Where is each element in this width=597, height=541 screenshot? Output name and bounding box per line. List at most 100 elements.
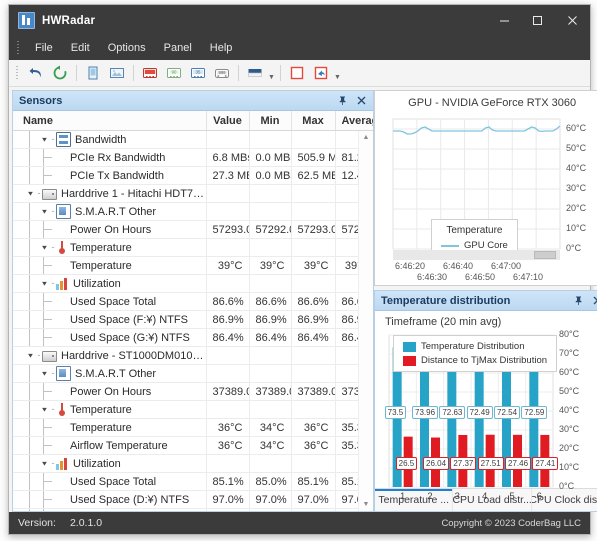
sensor-name-cell[interactable]: Temperature [13,256,207,275]
expand-collapse-chevron-down-icon[interactable]: ▼ [39,405,50,414]
menu-item-panel[interactable]: Panel [155,39,201,57]
table-row[interactable]: Power On Hours57293.057292.057293.057292… [13,220,373,239]
sensor-name-cell[interactable]: ▼-Harddrive 1 - Hitachi HDT72503... [13,184,207,203]
thermometer-icon [59,403,65,416]
fan-sensor-icon[interactable]: 90 [163,62,185,84]
sensor-name-label: Temperature [70,259,132,272]
sensor-name-cell[interactable]: ▼ - S.M.A.R.T Other [13,364,207,383]
expand-collapse-chevron-down-icon[interactable]: ▼ [39,279,50,288]
sensors-rows: ▼ - Bandwidth PCIe Rx Bandwidth 6.8 MBs 0.0 M… [13,131,373,511]
sensor-name-cell[interactable]: PCIe Rx Bandwidth [13,148,207,167]
panel-icon[interactable] [82,62,104,84]
table-row[interactable]: ▼ - Temperature [13,238,373,257]
sensor-name-cell[interactable]: Used Space (D:¥) NTFS [13,490,207,509]
sensor-name-cell[interactable]: ▼ - Utilization [13,454,207,473]
sensor-name-cell[interactable]: ▼-Harddrive - ST1000DM010-2EP... [13,346,207,365]
sensors-vertical-scrollbar[interactable]: ▲ ▼ [358,131,373,511]
sensor-name-cell[interactable]: PCIe Tx Bandwidth [13,166,207,185]
table-row[interactable]: PCIe Tx Bandwidth 27.3 MBs0.0 MBs62.5 MBs… [13,166,373,185]
sensor-max-cell: 505.9 MBs [291,148,336,167]
sensor-name-cell[interactable]: ▼ - Utilization [13,274,207,293]
menu-item-options[interactable]: Options [99,39,155,57]
sensor-name-cell[interactable]: Temperature [13,418,207,437]
expand-collapse-chevron-down-icon[interactable]: ▼ [25,189,36,198]
sensor-name-cell[interactable]: Used Space Total [13,292,207,311]
sensor-name-cell[interactable]: Used Space (F:¥) NTFS [13,310,207,329]
toolbar-overflow-chevron-down-icon[interactable]: ▼ [333,59,342,87]
temperature-sensor-icon[interactable] [139,62,161,84]
pin-icon[interactable] [334,93,351,109]
sensor-name-cell[interactable]: Used Space Total [13,472,207,491]
image-panel-icon[interactable] [106,62,128,84]
minimize-button[interactable] [488,5,521,36]
expand-collapse-chevron-down-icon[interactable]: ▼ [39,369,50,378]
table-row[interactable]: PCIe Rx Bandwidth 6.8 MBs0.0 MBs505.9 MBs… [13,148,373,167]
menu-item-file[interactable]: File [26,39,62,57]
table-row[interactable]: ▼ - Bandwidth [13,131,373,149]
close-button[interactable] [554,5,590,36]
menu-item-help[interactable]: Help [201,39,242,57]
table-row[interactable]: ▼ - Utilization [13,454,373,473]
expand-collapse-chevron-down-icon[interactable]: ▼ [25,351,36,360]
table-row[interactable]: ▼-Harddrive - ST1000DM010-2EP... [13,346,373,365]
column-header-max[interactable]: Max [291,111,336,131]
color-dropdown-chevron-down-icon[interactable]: ▼ [267,59,276,87]
scroll-down-arrow-icon[interactable]: ▼ [359,498,373,511]
tab-cpu-load-distribution[interactable]: CPU Load distr... [453,489,532,511]
sensor-name-cell[interactable]: ▼ - Temperature [13,400,207,419]
menu-item-edit[interactable]: Edit [62,39,99,57]
table-row[interactable]: Airflow Temperature36°C34°C36°C35.3°C [13,436,373,455]
table-row[interactable]: ▼ - Temperature [13,400,373,419]
load-sensor-icon[interactable]: 35 [187,62,209,84]
table-row[interactable]: Used Space (G:¥) NTFS86.4%86.4%86.4%86.4… [13,328,373,347]
column-header-average[interactable]: Average [335,111,373,131]
color-swatch-icon[interactable] [244,62,266,84]
toolbar-grip[interactable] [14,66,20,80]
close-icon[interactable] [353,93,370,109]
expand-collapse-chevron-down-icon[interactable]: ▼ [39,243,50,252]
table-row[interactable]: Used Space (K:¥) NTFS25.9%25.9%25.9%25.9… [13,508,373,511]
gpu-chart-scroll-thumb[interactable] [534,251,556,259]
sensor-name-cell[interactable]: Used Space (K:¥) NTFS [13,508,207,511]
sensor-name-cell[interactable]: ▼ - Bandwidth [13,131,207,149]
expand-collapse-chevron-down-icon[interactable]: ▼ [39,459,50,468]
table-row[interactable]: Power On Hours37389.037389.037389.037388… [13,382,373,401]
table-row[interactable]: Used Space (D:¥) NTFS97.0%97.0%97.0%97.0… [13,490,373,509]
table-row[interactable]: Temperature36°C34°C36°C35.3°C [13,418,373,437]
sensor-name-cell[interactable]: Power On Hours [13,382,207,401]
restore-layout-icon[interactable] [310,62,332,84]
close-icon[interactable] [589,293,597,309]
table-row[interactable]: ▼ - S.M.A.R.T Other [13,202,373,221]
column-header-name[interactable]: Name [13,111,207,131]
tab-cpu-clock-distribution[interactable]: CPU Clock distr... [532,489,597,511]
column-header-min[interactable]: Min [249,111,292,131]
tab-temperature-distribution[interactable]: Temperature ... [375,489,454,511]
table-row[interactable]: Used Space Total86.6%86.6%86.6%86.6% [13,292,373,311]
table-row[interactable]: ▼ - Utilization [13,274,373,293]
undo-arrow-icon[interactable] [25,62,47,84]
scroll-up-arrow-icon[interactable]: ▲ [359,131,373,144]
pin-icon[interactable] [570,293,587,309]
gpu-chart-horizontal-scrollbar[interactable] [393,250,560,260]
table-row[interactable]: ▼ - S.M.A.R.T Other [13,364,373,383]
empty-frame-icon[interactable] [286,62,308,84]
expand-collapse-chevron-down-icon[interactable]: ▼ [39,207,50,216]
sensor-name-cell[interactable]: ▼ - Temperature [13,238,207,257]
clock-sensor-icon[interactable]: 999 [211,62,233,84]
refresh-icon[interactable] [49,62,71,84]
sensor-name-cell[interactable]: Power On Hours [13,220,207,239]
sensor-name-cell[interactable]: Used Space (G:¥) NTFS [13,328,207,347]
table-row[interactable]: Used Space Total85.1%85.0%85.1%85.1% [13,472,373,491]
maximize-button[interactable] [521,5,554,36]
temp-legend-swatch-red [403,355,416,366]
table-row[interactable]: ▼-Harddrive 1 - Hitachi HDT72503... [13,184,373,203]
sensor-min-cell: 37389.0 [249,382,292,401]
expand-collapse-chevron-down-icon[interactable]: ▼ [39,135,50,144]
sensor-name-cell[interactable]: Airflow Temperature [13,436,207,455]
tree-indent [13,455,39,472]
sensor-name-cell[interactable]: ▼ - S.M.A.R.T Other [13,202,207,221]
column-header-value[interactable]: Value [206,111,250,131]
table-row[interactable]: Temperature39°C39°C39°C39°C [13,256,373,275]
menu-grip[interactable] [15,41,21,55]
table-row[interactable]: Used Space (F:¥) NTFS86.9%86.9%86.9%86.9… [13,310,373,329]
